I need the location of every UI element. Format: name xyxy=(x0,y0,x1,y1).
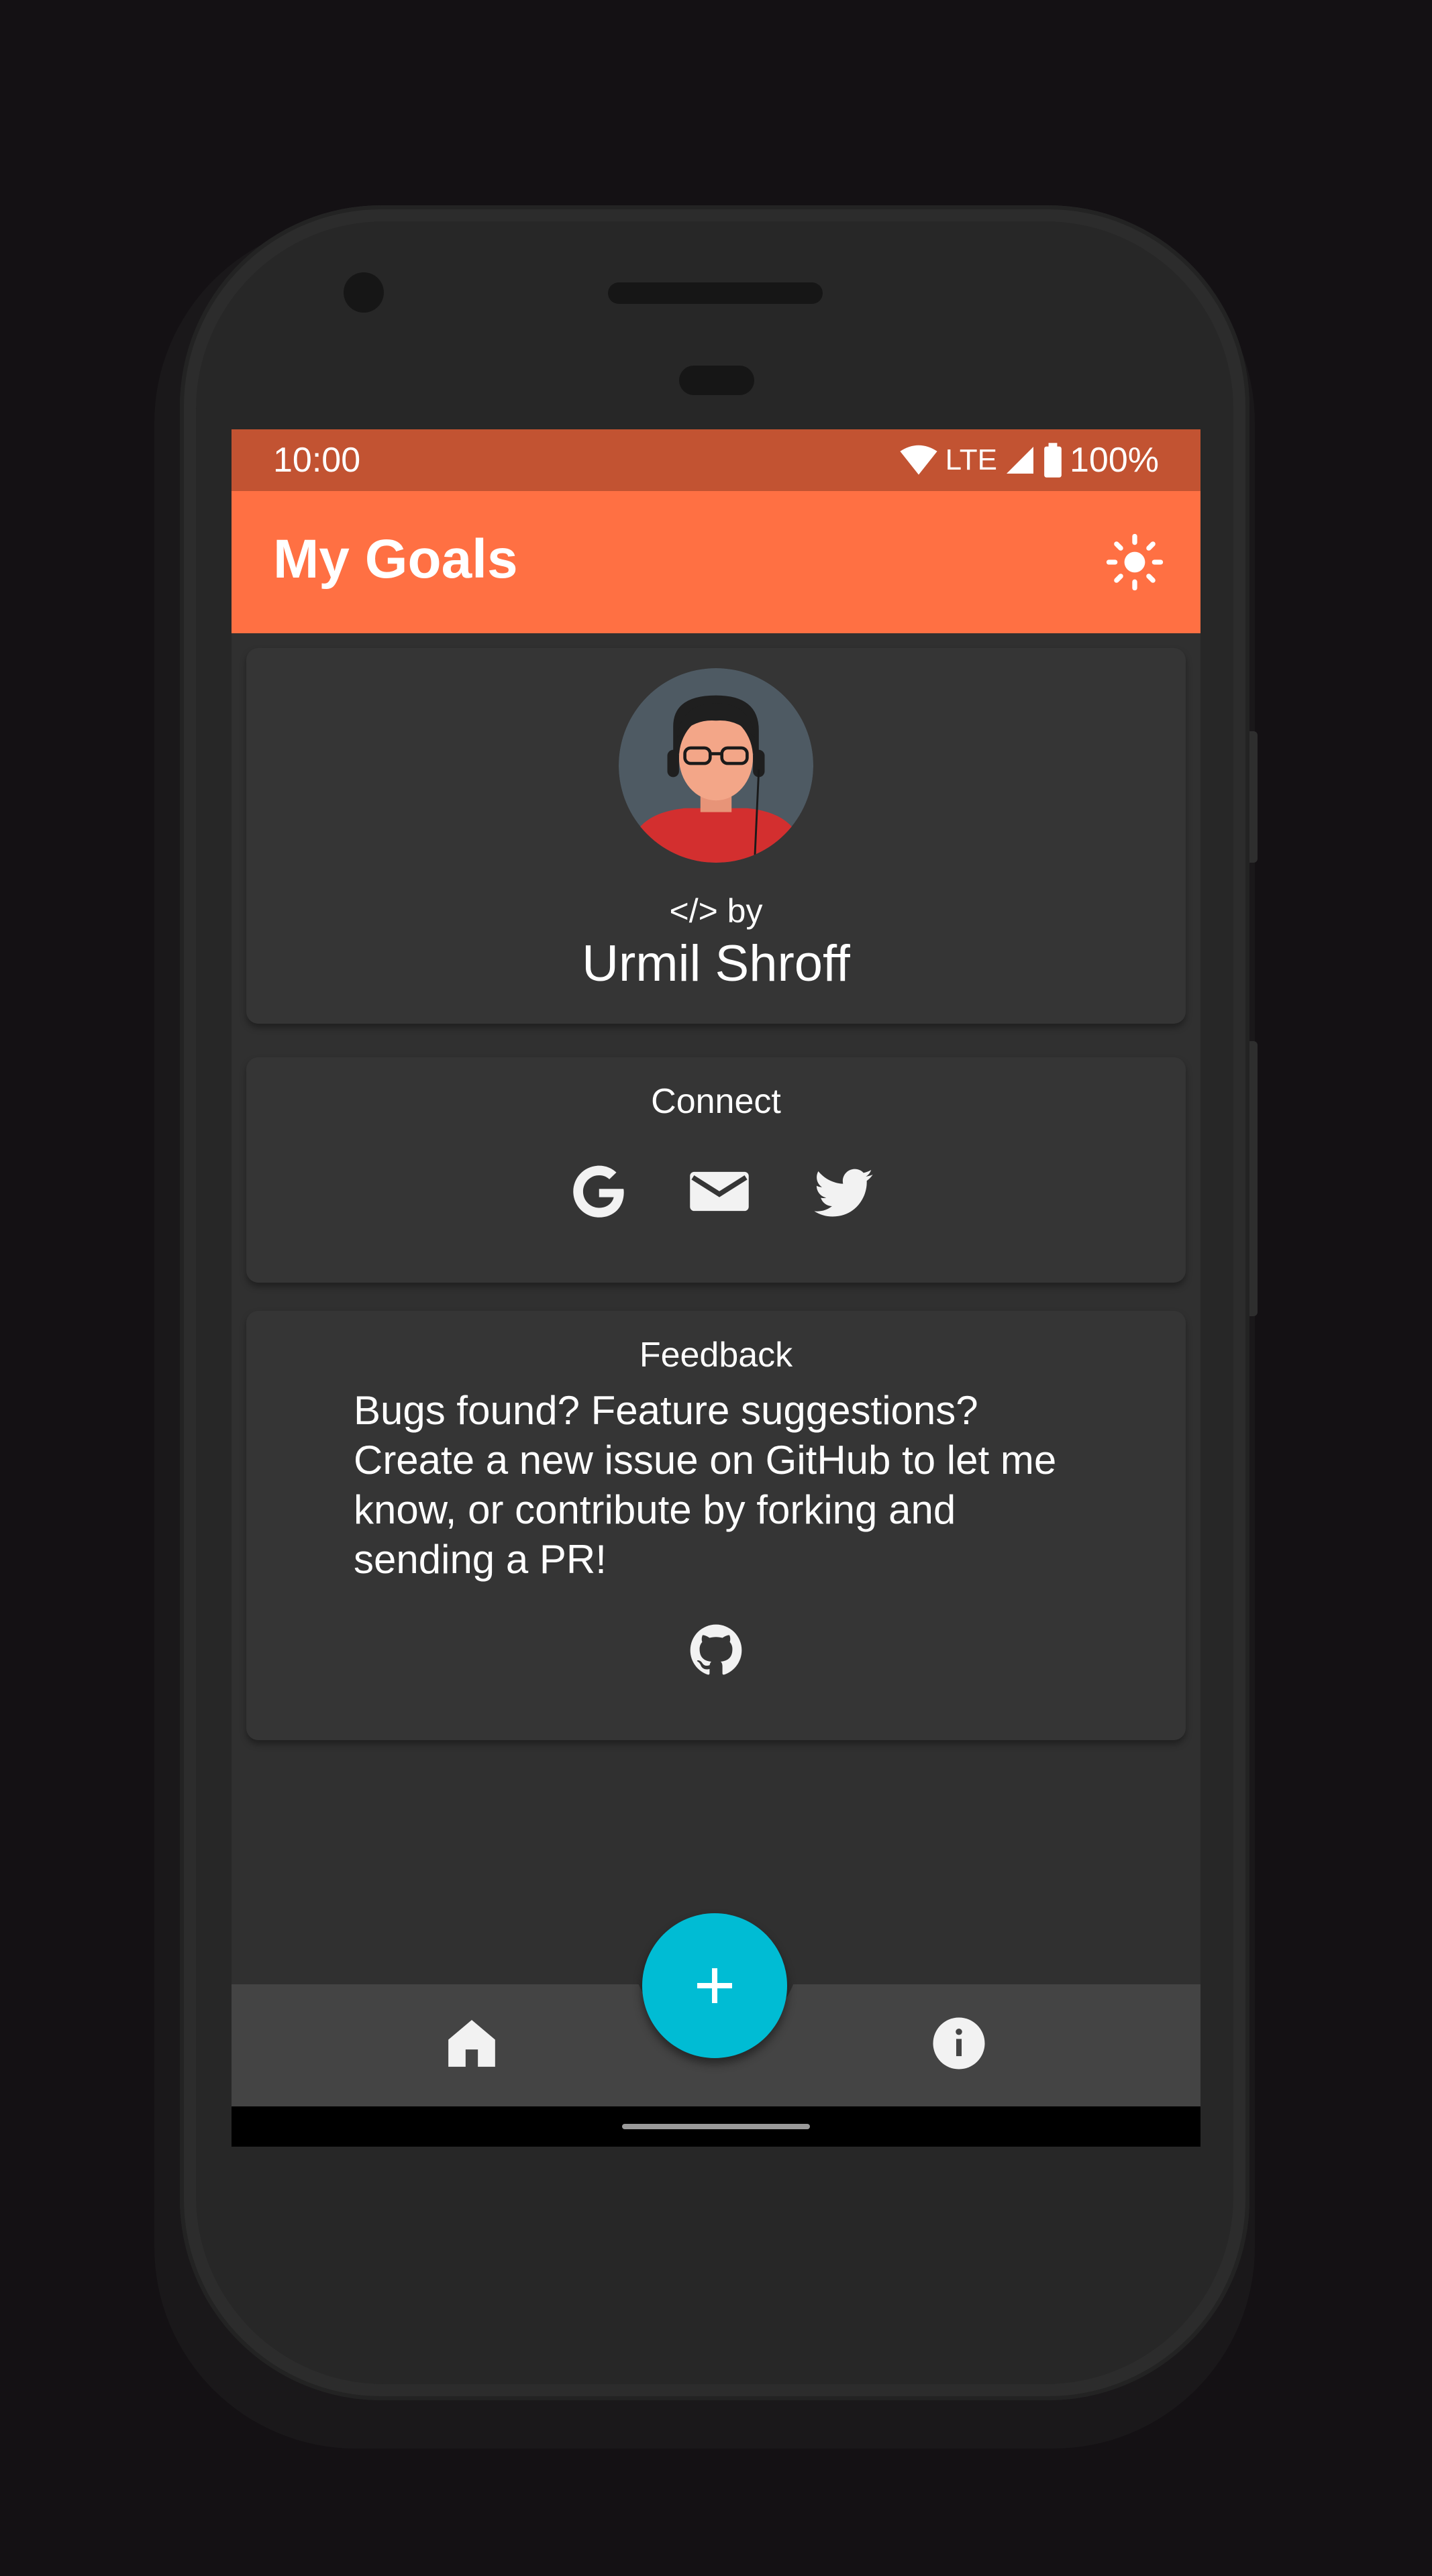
network-type: LTE xyxy=(945,443,997,476)
sun-icon[interactable] xyxy=(1105,533,1164,592)
signal-icon xyxy=(1007,447,1033,474)
by-label: </> by xyxy=(669,892,763,930)
screen: 10:00 LTE 100% My Goals </> by Urmil Shr… xyxy=(232,429,1200,2147)
app-bar: My Goals xyxy=(232,491,1200,633)
info-icon[interactable] xyxy=(929,2014,988,2073)
add-goal-button[interactable] xyxy=(642,1913,787,2058)
feedback-text: Bugs found? Feature suggestions? Create … xyxy=(354,1388,1057,1582)
connect-title: Connect xyxy=(651,1082,781,1121)
proximity-sensor xyxy=(679,366,754,395)
gesture-bar xyxy=(232,2106,1200,2147)
avatar xyxy=(619,668,813,863)
power-button xyxy=(1249,731,1258,863)
feedback-card: Feedback Bugs found? Feature suggestions… xyxy=(246,1311,1186,1740)
status-bar: 10:00 LTE 100% xyxy=(232,429,1200,491)
author-name: Urmil Shroff xyxy=(582,935,850,992)
twitter-icon[interactable] xyxy=(810,1158,877,1225)
home-icon[interactable] xyxy=(442,2014,501,2073)
battery-icon xyxy=(1044,443,1062,478)
about-card: </> by Urmil Shroff xyxy=(246,648,1186,1024)
front-camera xyxy=(344,272,384,313)
plus-icon xyxy=(697,1968,732,2003)
connect-card: Connect xyxy=(246,1057,1186,1283)
battery-level: 100% xyxy=(1070,441,1159,480)
wifi-icon xyxy=(899,445,937,475)
home-gesture-pill[interactable] xyxy=(622,2124,810,2129)
feedback-title: Feedback xyxy=(639,1336,793,1375)
github-icon[interactable] xyxy=(685,1619,747,1681)
status-time: 10:00 xyxy=(273,441,361,480)
status-indicators: LTE 100% xyxy=(899,440,1159,480)
volume-button xyxy=(1249,1041,1258,1316)
google-icon[interactable] xyxy=(565,1158,632,1225)
email-icon[interactable] xyxy=(686,1158,753,1225)
earpiece-speaker xyxy=(608,282,823,304)
page-title: My Goals xyxy=(273,529,518,590)
